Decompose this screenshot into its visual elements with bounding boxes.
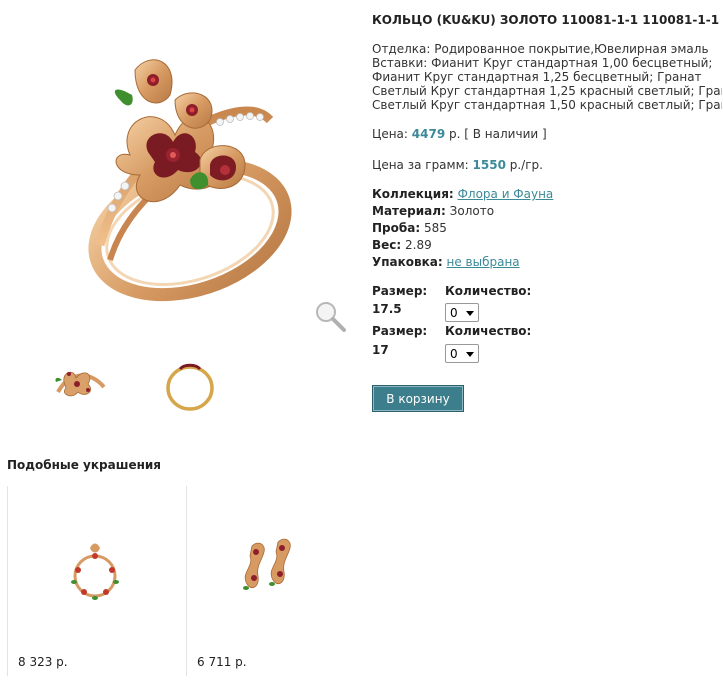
quantity-label: Количество: — [445, 284, 532, 298]
material-value: Золото — [449, 204, 495, 218]
quantity-label: Количество: — [445, 324, 532, 338]
product-main-image[interactable] — [40, 40, 340, 336]
gram-price-suffix: р./гр. — [509, 158, 543, 172]
product-title: КОЛЬЦО (KU&KU) ЗОЛОТО 110081-1-1 110081-… — [372, 13, 720, 27]
gram-price-line: Цена за грамм: 1550 р./гр. — [372, 158, 543, 172]
collection-label: Коллекция: — [372, 187, 454, 201]
magnifier-icon[interactable] — [312, 298, 348, 334]
proba-value: 585 — [423, 221, 447, 235]
proba-label: Проба: — [372, 221, 421, 235]
gram-price-label: Цена за грамм: — [372, 158, 469, 172]
material-label: Материал: — [372, 204, 446, 218]
weight-value: 2.89 — [405, 238, 432, 252]
description-line: Отделка: Родированное покрытие,Ювелирная… — [372, 42, 709, 56]
quantity-select-value: 0 — [450, 305, 458, 320]
size-value: 17.5 — [372, 302, 402, 316]
product-thumbnail[interactable] — [44, 352, 116, 414]
weight-label: Вес: — [372, 238, 402, 252]
size-label: Размер: — [372, 284, 428, 298]
packaging-label: Упаковка: — [372, 255, 443, 269]
product-thumbnail[interactable] — [154, 352, 226, 414]
description-line: Светлый Круг стандартная 1,25 красный св… — [372, 84, 722, 98]
collection-link[interactable]: Флора и Фауна — [458, 187, 554, 201]
price-label: Цена: — [372, 127, 408, 141]
product-attributes: Коллекция: Флора и Фауна Материал: Золот… — [372, 186, 553, 271]
card-divider — [7, 486, 8, 676]
description-line: Светлый Круг стандартная 1,50 красный св… — [372, 98, 722, 112]
quantity-select[interactable]: 0 — [445, 344, 479, 363]
similar-item-image[interactable] — [238, 536, 302, 600]
card-divider — [186, 486, 187, 676]
quantity-select[interactable]: 0 — [445, 303, 479, 322]
similar-item-image[interactable] — [60, 540, 130, 604]
similar-heading: Подобные украшения — [7, 458, 162, 472]
chevron-down-icon — [466, 352, 474, 357]
size-value: 17 — [372, 343, 389, 357]
similar-item-price: 6 711 р. — [197, 655, 247, 669]
description-line: Вставки: Фианит Круг стандартная 1,00 бе… — [372, 56, 713, 70]
price-value: 4479 — [411, 127, 446, 141]
chevron-down-icon — [466, 311, 474, 316]
gram-price-value: 1550 — [472, 158, 506, 172]
size-label: Размер: — [372, 324, 428, 338]
similar-item-price: 8 323 р. — [18, 655, 68, 669]
price-line: Цена: 4479 р. [ В наличии ] — [372, 127, 547, 141]
add-to-cart-button[interactable]: В корзину — [372, 385, 464, 412]
packaging-link[interactable]: не выбрана — [447, 255, 520, 269]
description-line: Фианит Круг стандартная 1,25 бесцветный;… — [372, 70, 702, 84]
quantity-select-value: 0 — [450, 346, 458, 361]
product-description: Отделка: Родированное покрытие,Ювелирная… — [372, 42, 722, 112]
price-suffix: р. [ В наличии ] — [449, 127, 547, 141]
